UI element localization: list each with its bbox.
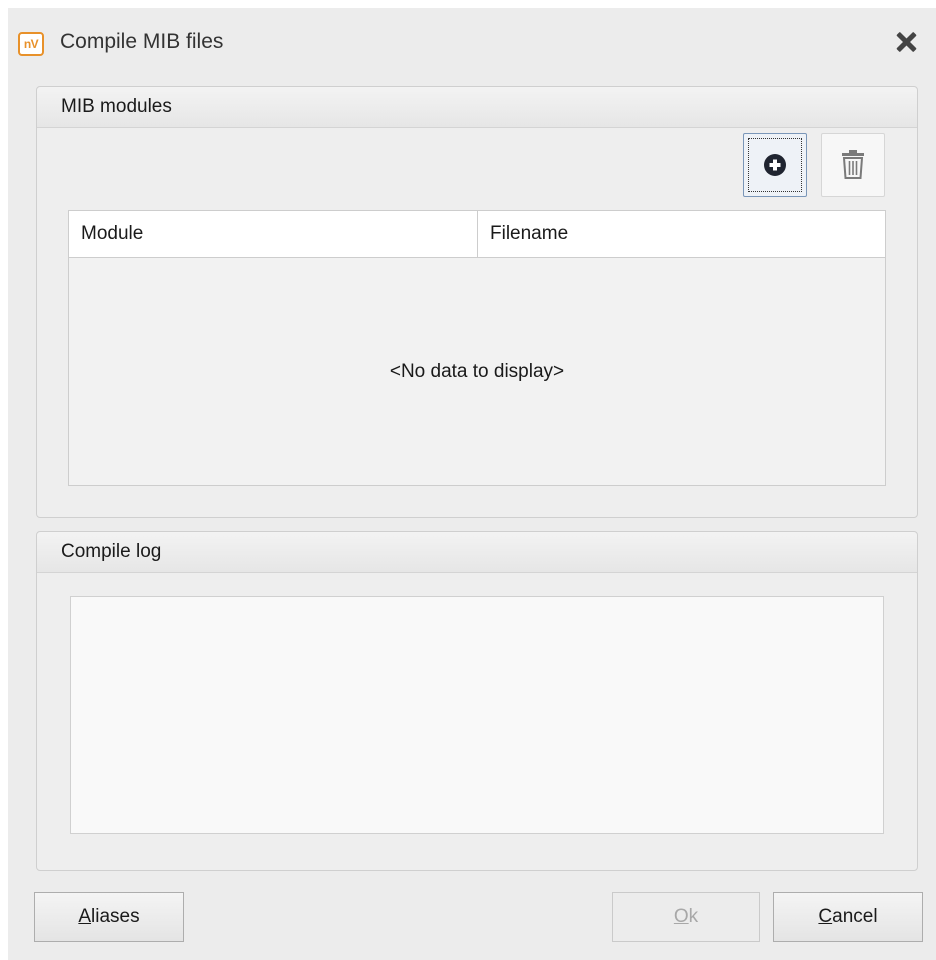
aliases-label: liases	[91, 906, 140, 927]
cancel-label: ancel	[832, 906, 878, 927]
plus-circle-icon	[764, 154, 786, 176]
ok-button[interactable]: Ok	[612, 892, 760, 942]
add-module-button[interactable]	[743, 133, 807, 197]
cancel-mnemonic: C	[818, 906, 833, 927]
trash-icon	[842, 150, 864, 179]
aliases-mnemonic: A	[78, 906, 92, 927]
aliases-button[interactable]: Aliases	[34, 892, 184, 942]
empty-table-message: <No data to display>	[389, 361, 565, 382]
mib-modules-group: MIB modules Module Filename <No data to …	[36, 86, 918, 518]
app-logo-icon: nV	[18, 32, 44, 56]
ok-mnemonic: O	[673, 906, 689, 927]
close-icon[interactable]	[892, 28, 920, 56]
ok-label: k	[688, 906, 699, 927]
dialog-title: Compile MIB files	[60, 30, 224, 53]
table-header: Module Filename	[69, 211, 885, 258]
compile-log-header: Compile log	[37, 532, 917, 573]
mib-modules-header: MIB modules	[37, 87, 917, 128]
compile-log-group: Compile log	[36, 531, 918, 871]
title-bar: nV Compile MIB files	[8, 8, 936, 70]
compile-log-textarea[interactable]	[70, 596, 884, 834]
cancel-button[interactable]: Cancel	[773, 892, 923, 942]
column-header-module[interactable]: Module	[69, 211, 478, 257]
mib-modules-table[interactable]: Module Filename <No data to display>	[68, 210, 886, 486]
delete-module-button[interactable]	[821, 133, 885, 197]
compile-mib-dialog: nV Compile MIB files MIB modules Module …	[8, 8, 936, 960]
column-header-filename[interactable]: Filename	[478, 211, 885, 257]
